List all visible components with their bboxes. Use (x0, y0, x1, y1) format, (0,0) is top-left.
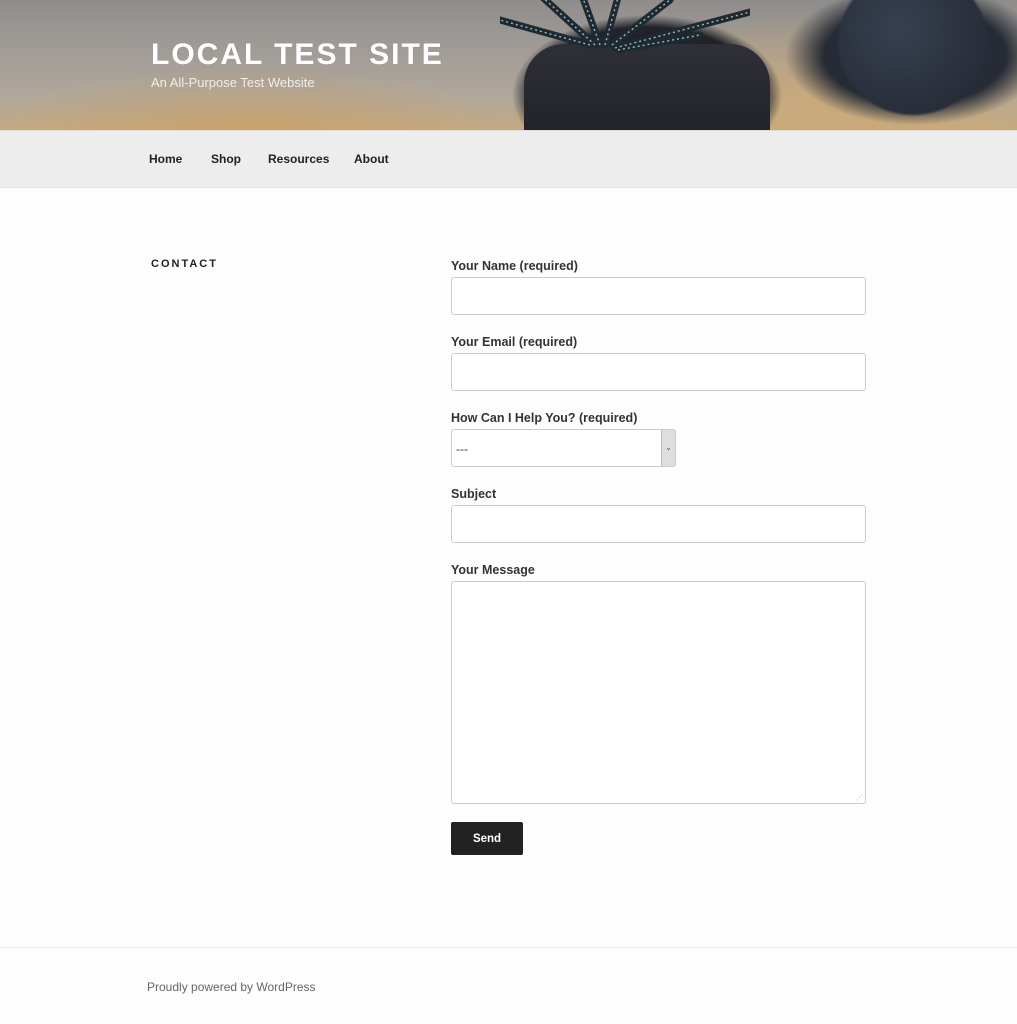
help-field-group: How Can I Help You? (required) --- ⌄ (451, 411, 676, 467)
nav-item-about[interactable]: About (354, 152, 389, 166)
message-field-group: Your Message ⋰ (451, 563, 866, 804)
site-title-link[interactable]: LOCAL TEST SITE (151, 38, 444, 72)
message-label: Your Message (451, 563, 535, 577)
name-field-group: Your Name (required) (451, 259, 866, 315)
name-input[interactable] (451, 277, 866, 315)
nav-item-shop[interactable]: Shop (211, 152, 241, 166)
email-input[interactable] (451, 353, 866, 391)
footer-credit-link[interactable]: Proudly powered by WordPress (147, 980, 316, 994)
message-textarea[interactable]: ⋰ (451, 581, 866, 804)
header-image-plant (500, 0, 750, 54)
subject-input[interactable] (451, 505, 866, 543)
resize-handle-icon[interactable]: ⋰ (856, 795, 863, 802)
page-title: CONTACT (151, 258, 218, 270)
subject-label: Subject (451, 487, 497, 501)
site-header: LOCAL TEST SITE An All-Purpose Test Webs… (0, 0, 1017, 130)
name-label: Your Name (required) (451, 259, 578, 273)
main-navigation: Home Shop Resources About (0, 130, 1017, 188)
email-field-group: Your Email (required) (451, 335, 866, 391)
help-select-value: --- (456, 442, 468, 456)
help-label: How Can I Help You? (required) (451, 411, 638, 425)
footer-divider (0, 947, 1017, 948)
nav-item-home[interactable]: Home (149, 152, 182, 166)
site-tagline: An All-Purpose Test Website (151, 75, 315, 90)
header-image-ball (838, 0, 988, 115)
send-button[interactable]: Send (451, 822, 523, 855)
chevron-down-icon[interactable]: ⌄ (661, 430, 675, 466)
help-select[interactable]: --- ⌄ (451, 429, 676, 467)
nav-item-resources[interactable]: Resources (268, 152, 329, 166)
subject-field-group: Subject (451, 487, 866, 543)
email-label: Your Email (required) (451, 335, 578, 349)
